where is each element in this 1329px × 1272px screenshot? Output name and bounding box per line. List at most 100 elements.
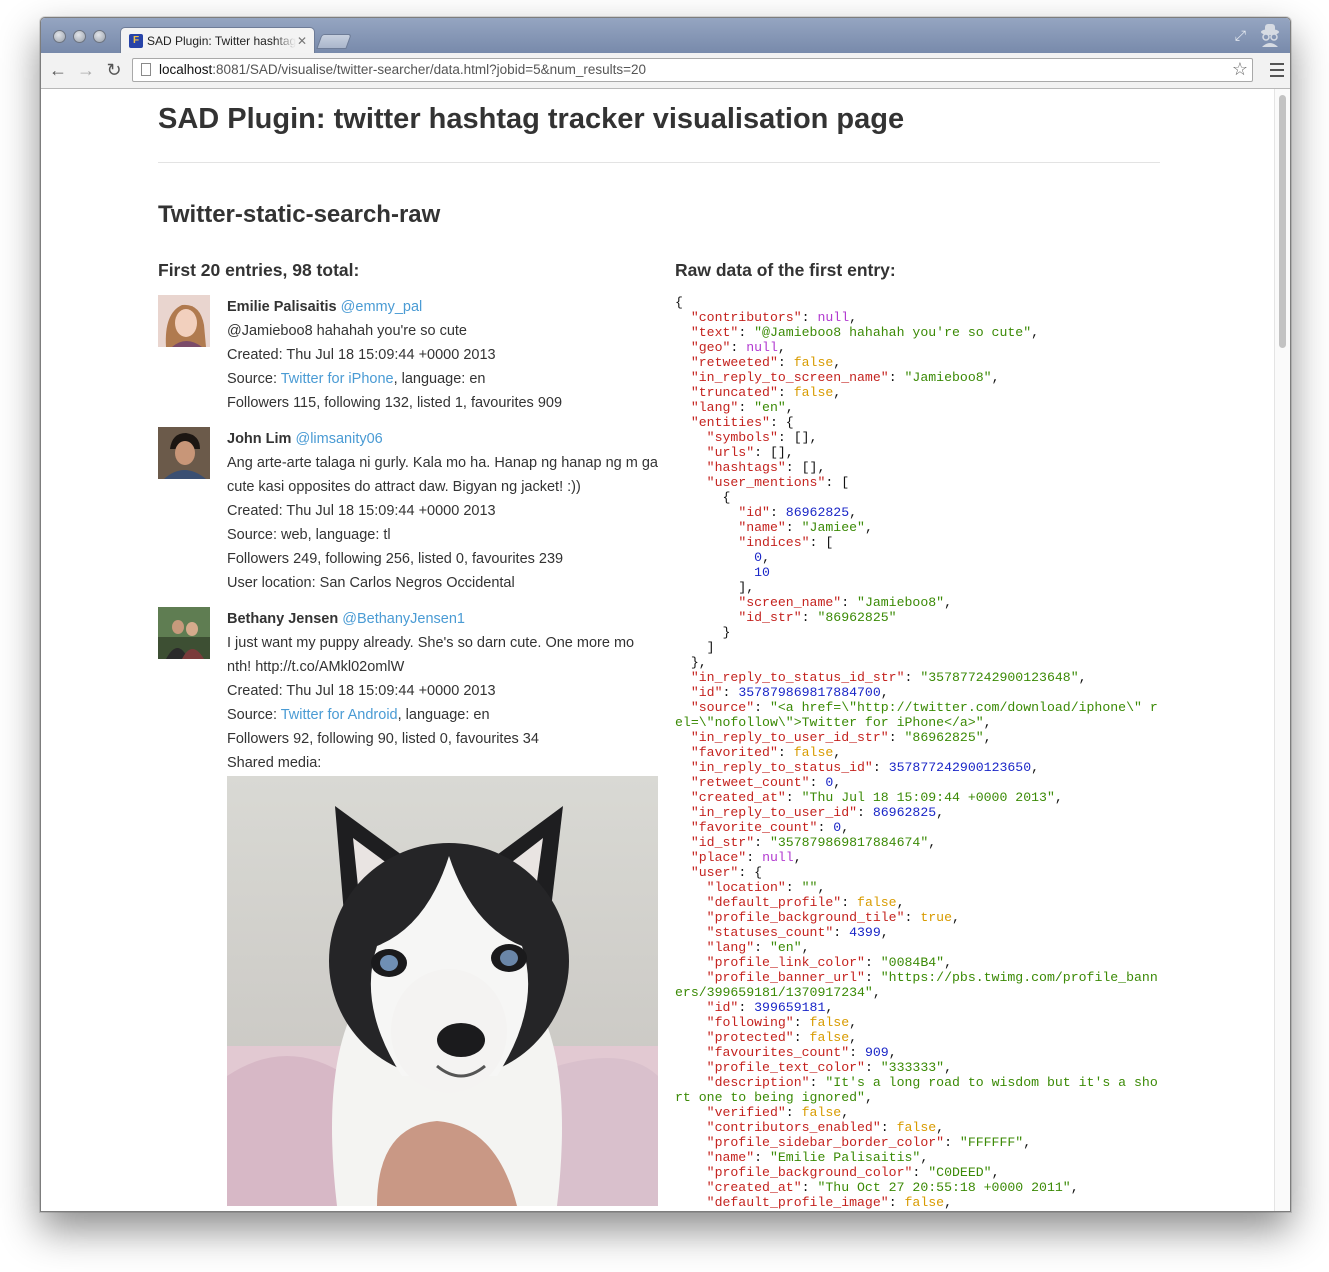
json-punctuation: , xyxy=(944,595,953,610)
json-punctuation: : xyxy=(785,1105,802,1120)
json-punctuation: : xyxy=(777,745,794,760)
tweet-source-label: Source: xyxy=(227,707,281,723)
json-punctuation: : xyxy=(801,310,818,325)
tweet-user-stats: Followers 249, following 256, listed 0, … xyxy=(227,551,564,567)
json-line: 10 xyxy=(675,565,770,580)
json-punctuation: , xyxy=(817,880,826,895)
json-punctuation xyxy=(675,1075,707,1090)
bookmark-star-icon[interactable]: ☆ xyxy=(1232,58,1248,80)
json-punctuation: , xyxy=(888,1045,897,1060)
json-punctuation xyxy=(675,895,707,910)
json-key: "text" xyxy=(690,325,739,340)
json-key: "id_str" xyxy=(738,610,802,625)
tweet-source-link[interactable]: Twitter for iPhone xyxy=(281,371,394,387)
entries-heading: First 20 entries, 98 total: xyxy=(158,260,360,280)
tab-active[interactable]: F SAD Plugin: Twitter hashtag tracker vi… xyxy=(120,27,315,53)
json-punctuation: : xyxy=(809,775,826,790)
json-string: "357877242900123648" xyxy=(920,670,1079,685)
json-string: "Emilie Palisaitis" xyxy=(769,1150,921,1165)
json-string: "Thu Oct 27 20:55:18 +0000 2011" xyxy=(817,1180,1071,1195)
json-punctuation: , xyxy=(991,1165,1000,1180)
json-string: "86962825" xyxy=(817,610,897,625)
tweet-author-handle[interactable]: @limsanity06 xyxy=(295,431,382,447)
json-punctuation: : xyxy=(912,1165,929,1180)
json-punctuation: : xyxy=(801,1180,818,1195)
minimize-window-button[interactable] xyxy=(73,30,86,43)
tweet-author-handle[interactable]: @emmy_pal xyxy=(341,299,423,315)
json-key: "user" xyxy=(690,865,739,880)
json-string: "357879869817884674" xyxy=(769,835,929,850)
close-window-button[interactable] xyxy=(53,30,66,43)
incognito-icon xyxy=(1261,24,1279,47)
json-punctuation xyxy=(675,790,691,805)
json-key: "symbols" xyxy=(706,430,778,445)
json-key: "truncated" xyxy=(690,385,778,400)
json-key: "in_reply_to_screen_name" xyxy=(690,370,889,385)
json-punctuation: : xyxy=(793,1015,810,1030)
favicon-icon: F xyxy=(129,33,143,48)
json-punctuation: , xyxy=(880,925,889,940)
address-bar[interactable]: localhost:8081/SAD/visualise/twitter-sea… xyxy=(132,58,1253,82)
fullscreen-icon[interactable]: ⤢ xyxy=(1235,27,1246,44)
json-boolean: false xyxy=(809,1015,850,1030)
json-punctuation: : xyxy=(746,850,763,865)
json-line: "contributors_enabled": false, xyxy=(675,1120,944,1135)
json-line: "profile_text_color": "333333", xyxy=(675,1060,952,1075)
menu-icon[interactable] xyxy=(1270,59,1284,81)
json-key: "hashtags" xyxy=(706,460,786,475)
json-punctuation xyxy=(675,340,691,355)
tab-close-icon[interactable]: ✕ xyxy=(296,34,308,48)
json-punctuation: , xyxy=(952,910,960,925)
json-number: 4399 xyxy=(849,925,881,940)
json-line: "lang": "en", xyxy=(675,400,794,415)
json-punctuation: : xyxy=(809,1075,826,1090)
zoom-window-button[interactable] xyxy=(93,30,106,43)
json-punctuation: , xyxy=(849,505,858,520)
back-arrow-icon[interactable]: ← xyxy=(47,59,69,81)
json-punctuation: : xyxy=(730,340,747,355)
json-line: "verified": false, xyxy=(675,1105,849,1120)
scrollbar-thumb[interactable] xyxy=(1279,95,1286,348)
tweet-list: Emilie Palisaitis @emmy_pal @Jamieboo8 h… xyxy=(158,295,658,1206)
tweet-text: I just want my puppy already. She's so d… xyxy=(227,635,635,675)
json-string: "FFFFFF" xyxy=(959,1135,1024,1150)
json-line: "name": "Jamiee", xyxy=(675,520,873,535)
forward-arrow-icon[interactable]: → xyxy=(75,59,97,81)
json-punctuation: : xyxy=(888,730,905,745)
json-punctuation: : xyxy=(754,1150,770,1165)
json-line: }, xyxy=(675,655,707,670)
json-string: "" xyxy=(801,880,818,895)
browser-toolbar: ← → ↻ localhost:8081/SAD/visualise/twitt… xyxy=(41,53,1290,89)
json-key: "retweet_count" xyxy=(690,775,810,790)
json-punctuation: : xyxy=(864,1060,881,1075)
json-punctuation xyxy=(675,370,691,385)
json-punctuation: , xyxy=(1054,790,1063,805)
json-boolean: false xyxy=(904,1195,945,1210)
shared-media-image[interactable] xyxy=(227,776,658,1206)
page-title: SAD Plugin: twitter hashtag tracker visu… xyxy=(158,103,905,135)
reload-icon[interactable]: ↻ xyxy=(103,59,125,81)
tweet-source: Source: web, language: tl xyxy=(227,527,391,543)
json-punctuation: : xyxy=(904,670,921,685)
tab-title: SAD Plugin: Twitter hashtag tracker visu… xyxy=(147,33,296,48)
tweet-entry: John Lim @limsanity06 Ang arte-arte tala… xyxy=(158,427,658,607)
tweet-source-link[interactable]: Twitter for Android xyxy=(281,707,398,723)
json-punctuation xyxy=(675,670,691,685)
json-line: "favorite_count": 0, xyxy=(675,820,849,835)
json-line: "lang": "en", xyxy=(675,940,810,955)
json-boolean: false xyxy=(793,355,834,370)
json-punctuation: : xyxy=(864,955,881,970)
vertical-scrollbar[interactable] xyxy=(1274,89,1290,1211)
json-key: "default_profile" xyxy=(706,895,842,910)
avatar xyxy=(158,427,210,479)
json-punctuation xyxy=(675,1060,707,1075)
json-punctuation xyxy=(675,385,691,400)
tweet-author-handle[interactable]: @BethanyJensen1 xyxy=(342,611,465,627)
json-punctuation xyxy=(675,835,691,850)
json-punctuation xyxy=(675,775,691,790)
json-punctuation xyxy=(675,1135,707,1150)
divider xyxy=(158,162,1160,163)
new-tab-button[interactable] xyxy=(316,34,352,49)
json-line: "place": null, xyxy=(675,850,802,865)
json-null: null xyxy=(762,850,794,865)
